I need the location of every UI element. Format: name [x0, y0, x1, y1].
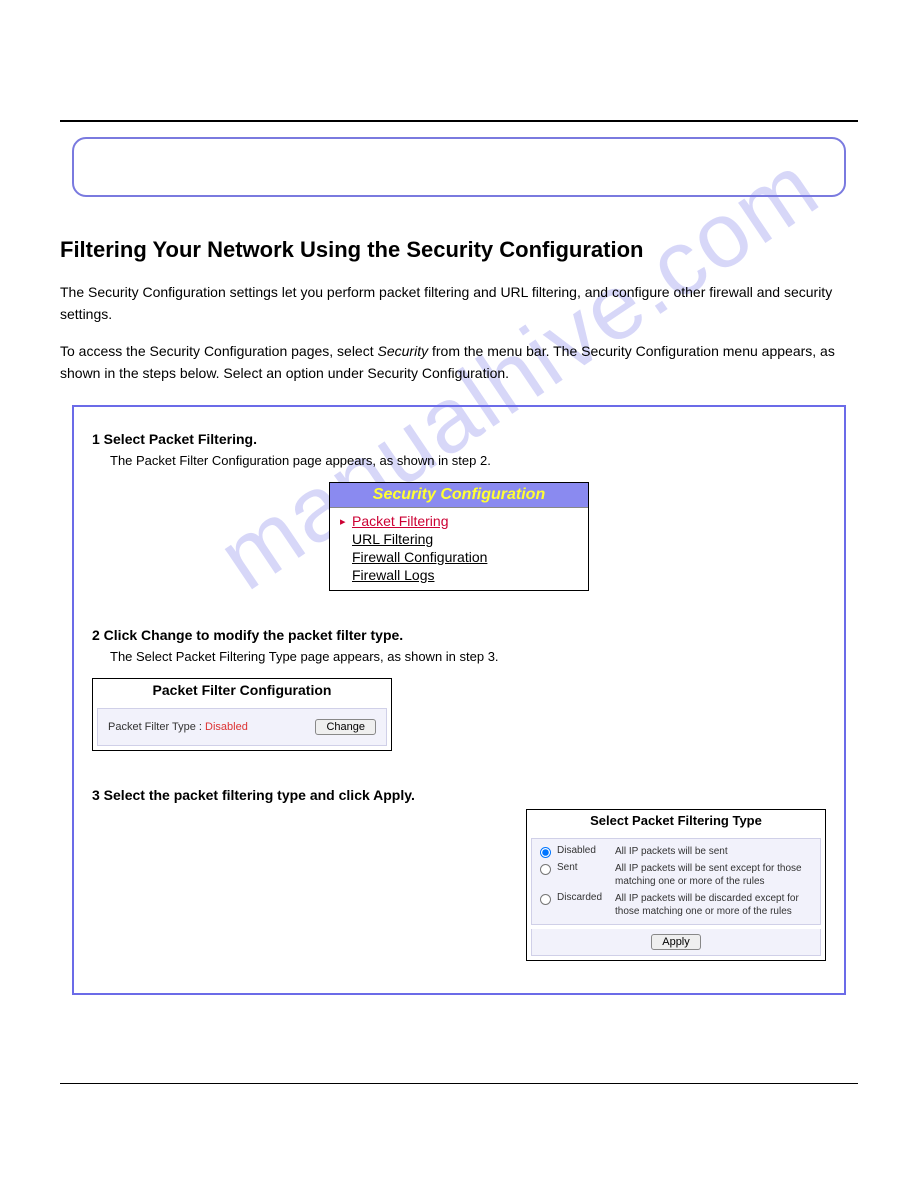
apply-button[interactable]: Apply — [651, 934, 701, 950]
header-divider — [60, 120, 858, 122]
pfc-label: Packet Filter Type : — [108, 721, 202, 733]
security-config-menu: Security Configuration ▸Packet Filtering… — [329, 482, 589, 591]
intro-paragraph-1: The Security Configuration settings let … — [60, 281, 858, 326]
menu-link-url-filtering[interactable]: URL Filtering — [352, 531, 433, 547]
procedure-box: 1 Select Packet Filtering. The Packet Fi… — [72, 405, 846, 995]
menu-link-firewall-logs[interactable]: Firewall Logs — [352, 567, 434, 583]
footer-divider — [60, 1083, 858, 1084]
step-1: 1 Select Packet Filtering. — [92, 431, 826, 447]
intro-p2-prefix: To access the Security Configuration pag… — [60, 343, 378, 359]
spft-options: Disabled All IP packets will be sent Sen… — [531, 838, 821, 925]
packet-filter-config-panel: Packet Filter Configuration Packet Filte… — [92, 678, 392, 751]
spft-apply-row: Apply — [531, 929, 821, 956]
step-2: 2 Click Change to modify the packet filt… — [92, 627, 826, 643]
radio-disabled[interactable] — [540, 847, 551, 858]
step-3: 3 Select the packet filtering type and c… — [92, 787, 826, 803]
intro-p2-em: Security — [378, 343, 429, 359]
spft-row-disabled[interactable]: Disabled All IP packets will be sent — [540, 845, 812, 858]
radio-sent[interactable] — [540, 864, 551, 875]
spft-title: Select Packet Filtering Type — [527, 810, 825, 834]
pfc-status-text: Packet Filter Type : Disabled — [108, 721, 248, 733]
menu-item-firewall-logs[interactable]: Firewall Logs — [340, 566, 582, 584]
note-box — [72, 137, 846, 197]
spft-row-discarded[interactable]: Discarded All IP packets will be discard… — [540, 892, 812, 918]
security-config-title: Security Configuration — [330, 483, 588, 508]
spft-desc-disabled: All IP packets will be sent — [615, 845, 812, 858]
menu-item-url-filtering[interactable]: URL Filtering — [340, 530, 582, 548]
spft-row-sent[interactable]: Sent All IP packets will be sent except … — [540, 862, 812, 888]
security-config-list: ▸Packet Filtering URL Filtering Firewall… — [330, 508, 588, 590]
step-1-sub: The Packet Filter Configuration page app… — [110, 453, 826, 468]
spft-label-discarded: Discarded — [557, 892, 615, 903]
radio-discarded[interactable] — [540, 894, 551, 905]
menu-item-packet-filtering[interactable]: ▸Packet Filtering — [340, 512, 582, 530]
spft-desc-sent: All IP packets will be sent except for t… — [615, 862, 812, 888]
pfc-title: Packet Filter Configuration — [93, 679, 391, 704]
step-2-sub: The Select Packet Filtering Type page ap… — [110, 649, 826, 664]
change-button[interactable]: Change — [315, 719, 376, 735]
menu-item-firewall-config[interactable]: Firewall Configuration — [340, 548, 582, 566]
spft-desc-discarded: All IP packets will be discarded except … — [615, 892, 812, 918]
intro-paragraph-2: To access the Security Configuration pag… — [60, 340, 858, 385]
spft-label-disabled: Disabled — [557, 845, 615, 856]
menu-link-firewall-config[interactable]: Firewall Configuration — [352, 549, 487, 565]
spft-label-sent: Sent — [557, 862, 615, 873]
pfc-status: Disabled — [205, 721, 248, 733]
section-heading: Filtering Your Network Using the Securit… — [60, 237, 858, 263]
pfc-row: Packet Filter Type : Disabled Change — [97, 708, 387, 746]
menu-link-packet-filtering[interactable]: Packet Filtering — [352, 513, 448, 529]
caret-icon: ▸ — [340, 515, 352, 528]
select-filter-type-panel: Select Packet Filtering Type Disabled Al… — [526, 809, 826, 961]
